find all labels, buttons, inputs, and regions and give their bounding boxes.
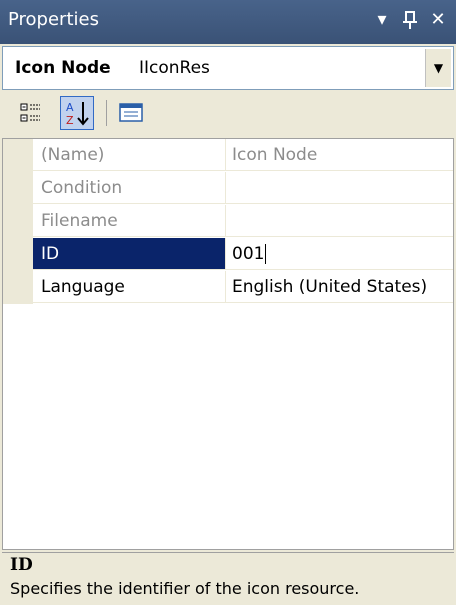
title-bar[interactable]: Properties ▾ ✕ [0, 0, 456, 44]
property-value-text: 001 [232, 244, 265, 264]
grid-row-filename[interactable]: Filename [3, 205, 453, 238]
property-name: ID [33, 238, 226, 270]
object-type: IIconRes [139, 58, 210, 78]
toolbar: A Z [2, 92, 454, 136]
description-pane: ID Specifies the identifier of the icon … [2, 552, 454, 605]
pin-icon[interactable] [398, 8, 422, 32]
grid-row-condition[interactable]: Condition [3, 172, 453, 205]
property-name: Condition [33, 172, 226, 204]
close-icon[interactable]: ✕ [426, 8, 450, 32]
row-gutter [3, 271, 33, 304]
text-cursor [265, 244, 267, 264]
object-name: Icon Node [15, 58, 111, 78]
alphabetical-icon: A Z [66, 101, 89, 127]
property-pages-button[interactable] [114, 96, 148, 130]
alphabetical-button[interactable]: A Z [60, 96, 94, 130]
svg-text:Z: Z [66, 114, 74, 127]
grid-row-id[interactable]: ID 001 [3, 238, 453, 271]
property-value[interactable]: Icon Node [226, 139, 453, 171]
property-grid: (Name) Icon Node Condition Filename ID 0… [2, 138, 454, 550]
property-name: (Name) [33, 139, 226, 171]
categorized-icon [20, 103, 40, 122]
chevron-down-icon[interactable]: ▼ [425, 49, 451, 87]
description-text: Specifies the identifier of the icon res… [10, 579, 360, 598]
property-value[interactable] [226, 205, 453, 237]
row-gutter [3, 205, 33, 238]
description-title: ID [10, 555, 33, 575]
grid-row-name[interactable]: (Name) Icon Node [3, 139, 453, 172]
categorized-button[interactable] [14, 96, 48, 130]
svg-text:A: A [66, 101, 74, 114]
window-menu-dropdown-icon[interactable]: ▾ [370, 8, 394, 32]
property-name: Filename [33, 205, 226, 237]
property-value[interactable]: English (United States) [226, 271, 453, 303]
grid-row-language[interactable]: Language English (United States) [3, 271, 453, 304]
property-pages-icon [119, 103, 143, 122]
row-gutter [3, 139, 33, 172]
window-title: Properties [8, 9, 99, 30]
property-value[interactable] [226, 172, 453, 204]
properties-window: Properties ▾ ✕ Icon Node IIconRes ▼ A Z … [0, 0, 456, 605]
object-selector[interactable]: Icon Node IIconRes ▼ [2, 46, 454, 90]
id-value-input[interactable]: 001 [226, 238, 453, 270]
property-name: Language [33, 271, 226, 303]
row-gutter [3, 238, 33, 271]
toolbar-separator [106, 100, 107, 126]
row-gutter [3, 172, 33, 205]
